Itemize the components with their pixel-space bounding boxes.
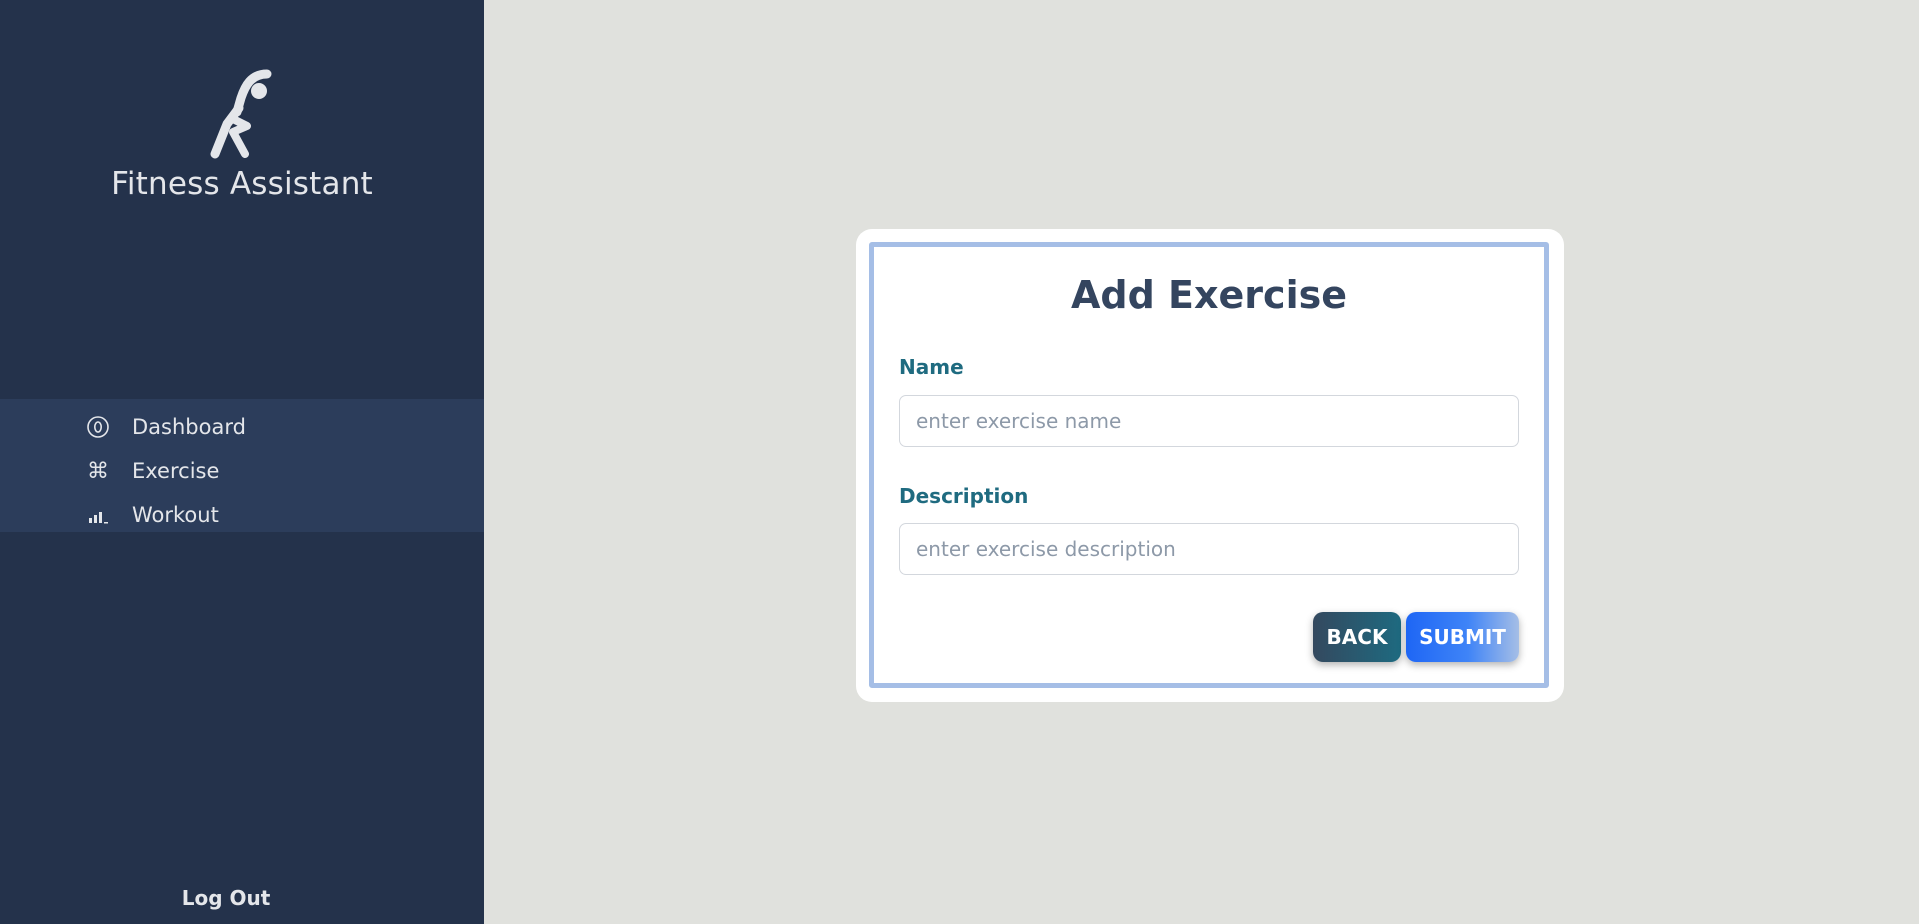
submit-button[interactable]: SUBMIT: [1406, 612, 1519, 662]
brand: Fitness Assistant: [0, 68, 484, 202]
sidebar-nav: Dashboard ⌘ Exercise Workout: [0, 399, 484, 532]
stretching-person-icon: [210, 69, 272, 159]
exercise-description-input[interactable]: [899, 523, 1519, 575]
page-title: Add Exercise: [1071, 273, 1347, 317]
back-button[interactable]: BACK: [1313, 612, 1401, 662]
sidebar-item-exercise[interactable]: ⌘ Exercise: [0, 449, 484, 493]
sidebar-item-label: Exercise: [132, 459, 220, 483]
app-name: Fitness Assistant: [111, 166, 373, 202]
description-label: Description: [899, 484, 1029, 508]
add-exercise-form: Add Exercise Name Description BACK SUBMI…: [869, 242, 1549, 688]
add-exercise-card: Add Exercise Name Description BACK SUBMI…: [856, 229, 1564, 702]
sidebar-item-label: Dashboard: [132, 415, 246, 439]
logout-button[interactable]: Log Out: [0, 886, 452, 910]
sidebar-item-label: Workout: [132, 503, 219, 527]
name-label: Name: [899, 355, 964, 379]
circle-zero-icon: [86, 415, 110, 439]
main-content: Add Exercise Name Description BACK SUBMI…: [484, 0, 1919, 924]
sidebar-item-dashboard[interactable]: Dashboard: [0, 405, 484, 449]
sidebar-item-workout[interactable]: Workout: [0, 493, 484, 537]
bar-chart-icon: [86, 503, 110, 527]
exercise-name-input[interactable]: [899, 395, 1519, 447]
sidebar: Fitness Assistant Dashboard ⌘ Exercise W…: [0, 0, 484, 924]
command-key-icon: ⌘: [87, 458, 109, 484]
